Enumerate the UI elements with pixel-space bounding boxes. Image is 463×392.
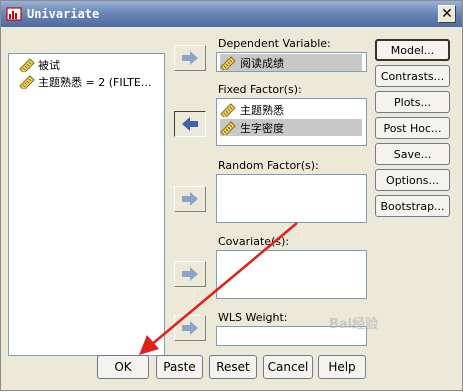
cancel-button[interactable]: Cancel [263, 355, 313, 379]
right-arrow-icon [182, 51, 198, 65]
scale-ruler-icon [220, 120, 236, 135]
close-icon[interactable]: ✕ [438, 5, 456, 23]
dependent-variable-value: 阅读成绩 [240, 56, 284, 70]
plots-button[interactable]: Plots... [375, 91, 450, 113]
list-item[interactable]: 主题熟悉 = 2 (FILTE... [19, 74, 151, 90]
random-factors-label: Random Factor(s): [218, 159, 319, 172]
scale-ruler-icon [19, 58, 35, 72]
fixed-factor-item[interactable]: 生字密度 [220, 119, 362, 136]
scale-ruler-icon [19, 75, 35, 89]
help-button[interactable]: Help [318, 355, 366, 379]
title-bar: Univariate ✕ [1, 1, 462, 27]
covariates-label: Covariate(s): [218, 235, 290, 248]
fixed-factor-item[interactable]: 主题熟悉 [220, 101, 284, 118]
move-to-random-button[interactable] [174, 186, 206, 212]
wls-weight-label: WLS Weight: [218, 311, 288, 324]
random-factors-list[interactable] [216, 174, 367, 223]
model-button[interactable]: Model... [375, 39, 450, 61]
ok-button[interactable]: OK [97, 355, 149, 379]
move-to-dependent-button[interactable] [174, 45, 206, 71]
dependent-variable-label: Dependent Variable: [218, 37, 331, 50]
left-arrow-icon [182, 117, 198, 131]
move-to-wls-button[interactable] [174, 315, 206, 341]
save-button[interactable]: Save... [375, 143, 450, 165]
univariate-dialog: Univariate ✕ 被试 主题熟悉 = 2 (FILTE... Depen… [0, 0, 463, 391]
covariates-list[interactable] [216, 250, 367, 299]
paste-button[interactable]: Paste [156, 355, 203, 379]
scale-ruler-icon [220, 55, 236, 70]
right-arrow-icon [182, 192, 198, 206]
reset-button[interactable]: Reset [209, 355, 257, 379]
variable-list[interactable]: 被试 主题熟悉 = 2 (FILTE... [8, 53, 165, 356]
window-title: Univariate [27, 7, 100, 21]
post-hoc-button[interactable]: Post Hoc... [375, 117, 450, 139]
dependent-variable-item[interactable]: 阅读成绩 [220, 54, 362, 71]
right-arrow-icon [182, 267, 198, 281]
fixed-factor-label: 生字密度 [240, 121, 284, 135]
fixed-factors-list[interactable]: 主题熟悉 生字密度 [216, 98, 367, 146]
contrasts-button[interactable]: Contrasts... [375, 65, 450, 87]
watermark: Bai经验 [329, 317, 379, 332]
list-item[interactable]: 被试 [19, 57, 60, 73]
list-item-label: 主题熟悉 = 2 (FILTE... [38, 76, 152, 89]
right-arrow-icon [182, 321, 198, 335]
move-to-covariate-button[interactable] [174, 261, 206, 287]
app-icon [6, 7, 22, 21]
dependent-variable-field[interactable]: 阅读成绩 [216, 52, 367, 72]
fixed-factors-label: Fixed Factor(s): [218, 83, 302, 96]
scale-ruler-icon [220, 102, 236, 117]
fixed-factor-label: 主题熟悉 [240, 103, 284, 117]
bootstrap-button[interactable]: Bootstrap... [375, 195, 450, 217]
move-from-fixed-button[interactable] [174, 111, 206, 137]
list-item-label: 被试 [38, 59, 60, 72]
options-button[interactable]: Options... [375, 169, 450, 191]
